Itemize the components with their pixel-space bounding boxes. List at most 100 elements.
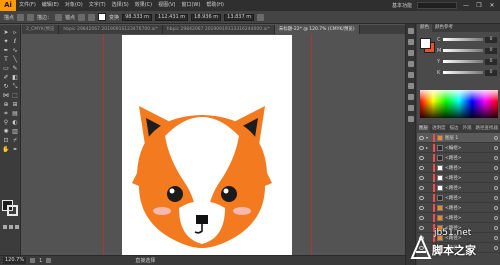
artboard-tool-icon[interactable]: ⊡	[2, 137, 10, 144]
transform-label[interactable]: 变换	[109, 14, 119, 21]
left-eye[interactable]	[167, 186, 183, 202]
line-tool-icon[interactable]: ╲	[11, 56, 19, 63]
menu-object[interactable]: 对象(O)	[62, 0, 86, 11]
selection-tool-icon[interactable]: ➤	[2, 29, 10, 36]
slice-tool-icon[interactable]: ⌿	[11, 137, 19, 144]
maximize-button[interactable]: ❐	[475, 0, 483, 11]
graphic-styles-icon[interactable]	[408, 83, 414, 89]
convert-anchor-icon[interactable]	[17, 13, 25, 21]
eraser-tool-icon[interactable]: ◧	[11, 74, 19, 81]
remove-anchor-icon[interactable]	[78, 13, 86, 21]
visibility-eye-icon[interactable]	[419, 135, 424, 140]
width-tool-icon[interactable]: ⋈	[2, 92, 10, 99]
cyan-track[interactable]	[443, 38, 483, 41]
cyan-slider[interactable]: C 0	[437, 36, 499, 43]
cyan-value[interactable]: 0	[485, 36, 497, 43]
expand-toggle-icon[interactable]: ▾	[426, 135, 430, 140]
layer-row[interactable]: <路径>	[417, 173, 500, 183]
layer-row[interactable]: <路径>	[417, 203, 500, 213]
tab-doc-3[interactable]: hbpic 29842067 20190919113316244000.ai*	[163, 25, 275, 34]
color-mode-icon[interactable]	[3, 225, 7, 229]
gradient-mode-icon[interactable]	[9, 225, 13, 229]
tab-color-guide[interactable]: 颜色参考	[432, 24, 456, 32]
gradient-tool-icon[interactable]: ▤	[11, 110, 19, 117]
menu-window[interactable]: 窗口(W)	[178, 0, 203, 11]
magenta-track[interactable]	[443, 49, 483, 52]
expand-toggle-icon[interactable]: ▸	[426, 145, 430, 150]
scale-tool-icon[interactable]: ⤡	[11, 83, 19, 90]
direct-selection-tool-icon[interactable]: ▹	[11, 29, 19, 36]
curvature-tool-icon[interactable]: ∿	[11, 47, 19, 54]
right-cheek[interactable]	[233, 207, 251, 215]
target-circle-icon[interactable]	[494, 165, 498, 170]
brush-tool-icon[interactable]: ✎	[11, 65, 19, 72]
black-slider[interactable]: K 0	[437, 69, 499, 76]
transform-panel-icon[interactable]	[408, 105, 414, 111]
magic-wand-icon[interactable]: ✦	[2, 38, 10, 45]
x-position-field[interactable]: 98.333 m	[122, 13, 153, 21]
nose[interactable]	[196, 215, 208, 224]
canvas-area[interactable]	[22, 34, 405, 255]
tab-color[interactable]: 颜色	[417, 24, 432, 32]
target-circle-icon[interactable]	[494, 175, 498, 180]
fill-swatch-control[interactable]	[98, 13, 107, 21]
none-mode-icon[interactable]	[15, 225, 19, 229]
layer-name[interactable]: <编组>	[445, 145, 462, 151]
pen-tool-icon[interactable]: ✒	[2, 47, 10, 54]
menu-effect[interactable]: 效果(C)	[132, 0, 155, 11]
type-tool-icon[interactable]: T	[2, 56, 10, 63]
color-spectrum[interactable]	[420, 90, 498, 118]
visibility-eye-icon[interactable]	[419, 175, 424, 180]
symbols-icon[interactable]	[408, 72, 414, 78]
layer-row[interactable]: <路径>	[417, 163, 500, 173]
visibility-eye-icon[interactable]	[419, 215, 424, 220]
zoom-level[interactable]: 120.7%	[3, 257, 27, 264]
y-position-field[interactable]: 112.431 m	[155, 13, 189, 21]
left-cheek[interactable]	[153, 207, 171, 215]
layer-name[interactable]: <路径>	[445, 185, 462, 191]
shape-builder-icon[interactable]: ⊕	[2, 101, 10, 108]
lasso-tool-icon[interactable]: ℓ	[11, 38, 19, 45]
eyedropper-tool-icon[interactable]: ⚲	[2, 119, 10, 126]
tab-transparency[interactable]: 透明度	[430, 125, 448, 133]
tab-doc-active[interactable]: 未标题-22* @ 120.7% (CMYK/预览)	[274, 25, 360, 34]
close-button[interactable]: ✕	[488, 0, 496, 11]
character-panel-icon[interactable]	[408, 116, 414, 122]
workspace-switcher[interactable]: 基本功能	[392, 2, 412, 9]
libraries-icon[interactable]	[408, 39, 414, 45]
layer-name[interactable]: <路径>	[445, 175, 462, 181]
perspective-grid-icon[interactable]: ⊞	[11, 101, 19, 108]
target-circle-icon[interactable]	[494, 155, 498, 160]
artboard-number[interactable]: 1	[39, 258, 42, 264]
align-panel-icon[interactable]	[408, 94, 414, 100]
fill-swatch[interactable]	[420, 38, 431, 49]
menu-view[interactable]: 视图(V)	[155, 0, 178, 11]
align-icon[interactable]	[257, 13, 265, 21]
menu-help[interactable]: 帮助(H)	[203, 0, 227, 11]
graph-tool-icon[interactable]: ▥	[11, 128, 19, 135]
height-field[interactable]: 13.837 m	[224, 13, 255, 21]
layer-name[interactable]: <路径>	[445, 215, 462, 221]
tab-pathfinder[interactable]: 路径查找器	[474, 125, 500, 133]
symbol-sprayer-icon[interactable]: ✺	[2, 128, 10, 135]
corner-anchor-icon[interactable]	[27, 13, 35, 21]
black-track[interactable]	[443, 71, 483, 74]
zoom-tool-icon[interactable]: ⚭	[11, 146, 19, 153]
pencil-tool-icon[interactable]: ✐	[2, 74, 10, 81]
menu-select[interactable]: 选择(S)	[109, 0, 132, 11]
target-circle-icon[interactable]	[494, 135, 498, 140]
target-circle-icon[interactable]	[494, 195, 498, 200]
yellow-track[interactable]	[443, 60, 483, 63]
magenta-slider[interactable]: M 0	[437, 47, 499, 54]
right-eye[interactable]	[221, 186, 237, 202]
cut-path-icon[interactable]	[88, 13, 96, 21]
menu-type[interactable]: 文字(T)	[86, 0, 109, 11]
fox-illustration[interactable]	[127, 98, 277, 248]
layer-row[interactable]: ▾ 图层 1	[417, 133, 500, 143]
tab-stroke[interactable]: 描边	[448, 125, 461, 133]
target-circle-icon[interactable]	[494, 145, 498, 150]
layer-row[interactable]: <路径>	[417, 183, 500, 193]
tab-layers[interactable]: 图层	[417, 125, 430, 133]
layer-name[interactable]: <路径>	[445, 165, 462, 171]
rectangle-tool-icon[interactable]: ▭	[2, 65, 10, 72]
